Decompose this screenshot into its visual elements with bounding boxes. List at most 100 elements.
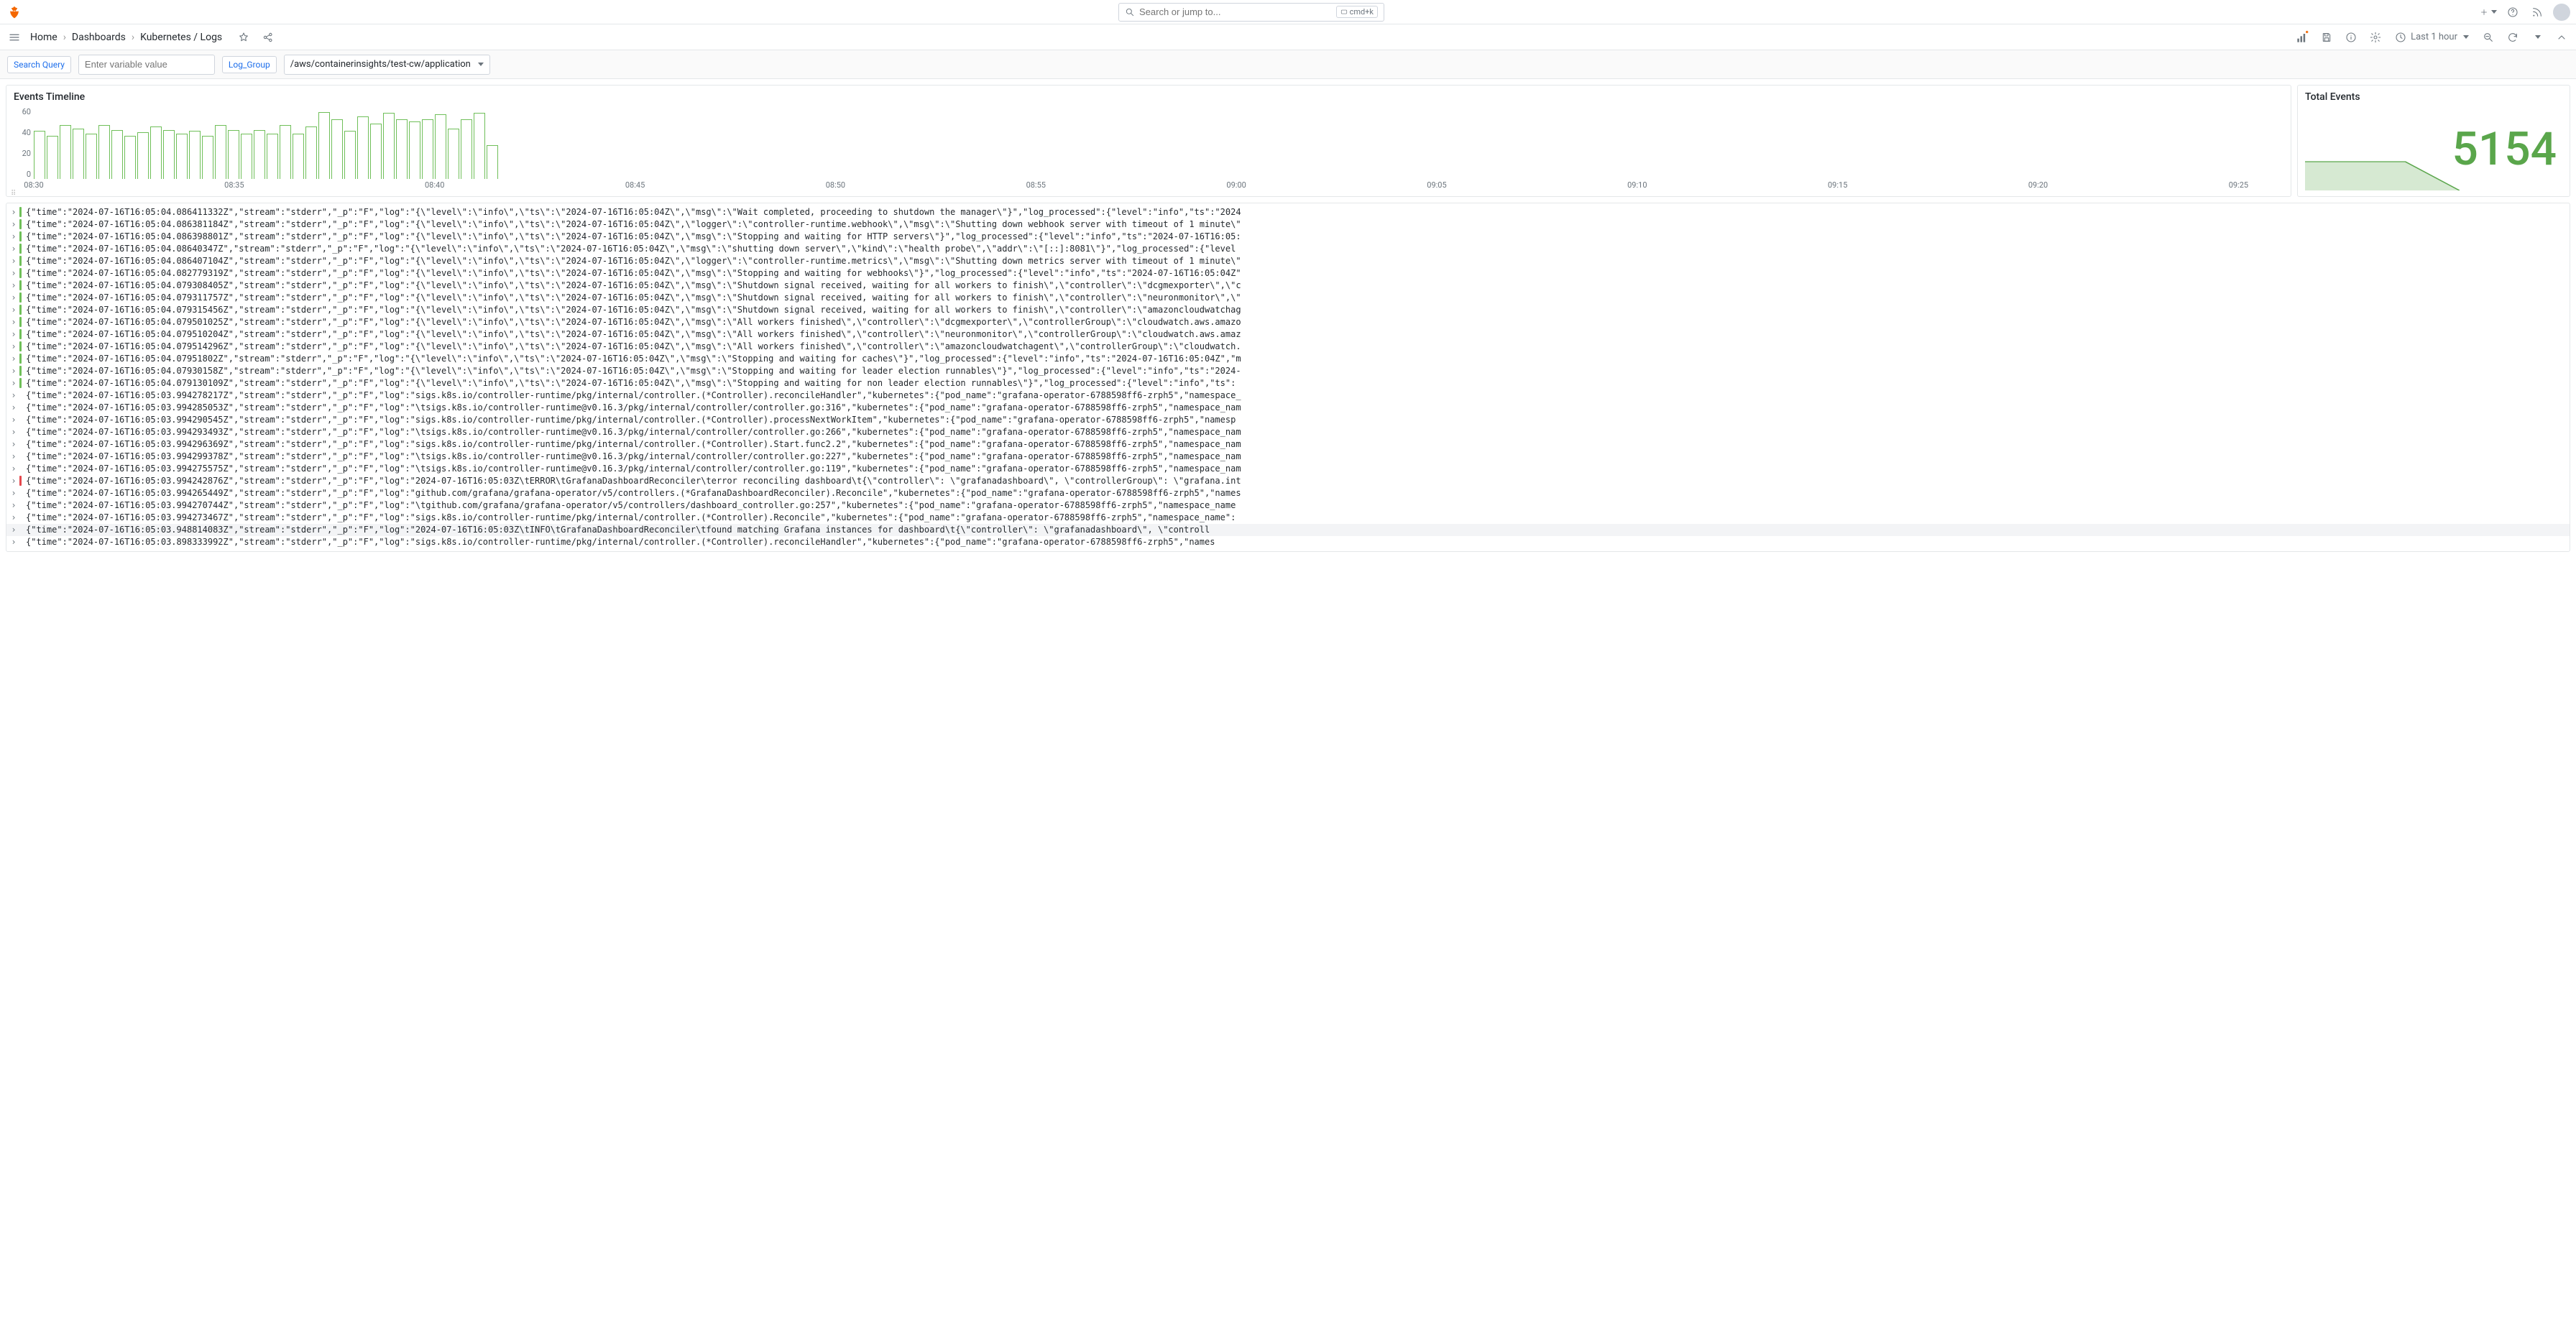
toggle-menu-button[interactable] bbox=[6, 29, 23, 46]
share-button[interactable] bbox=[259, 29, 277, 46]
log-row[interactable]: › {"time":"2024-07-16T16:05:04.079514296Z… bbox=[6, 341, 2570, 353]
log-row[interactable]: ›{"time":"2024-07-16T16:05:03.994285053Z… bbox=[6, 402, 2570, 414]
log-row[interactable]: ›{"time":"2024-07-16T16:05:04.082779319Z… bbox=[6, 267, 2570, 280]
timeline-bar bbox=[331, 119, 343, 179]
var-select-log-group[interactable]: /aws/containerinsights/test-cw/applicati… bbox=[284, 55, 490, 75]
expand-caret-icon[interactable]: › bbox=[9, 365, 18, 377]
log-row[interactable]: ›{"time":"2024-07-16T16:05:04.086398801Z… bbox=[6, 231, 2570, 243]
add-panel-button[interactable] bbox=[2294, 29, 2311, 46]
expand-caret-icon[interactable]: › bbox=[9, 536, 18, 548]
refresh-button[interactable] bbox=[2504, 29, 2521, 46]
expand-caret-icon[interactable]: › bbox=[9, 414, 18, 426]
expand-caret-icon[interactable]: › bbox=[9, 280, 18, 292]
expand-caret-icon[interactable]: › bbox=[9, 487, 18, 499]
timeline-bar bbox=[435, 114, 446, 179]
log-row[interactable]: ›{"time":"2024-07-16T16:05:04.079315456Z… bbox=[6, 304, 2570, 316]
expand-caret-icon[interactable]: › bbox=[9, 353, 18, 365]
log-row[interactable]: ›{"time":"2024-07-16T16:05:04.079311757Z… bbox=[6, 292, 2570, 304]
star-icon bbox=[238, 32, 249, 43]
dashboard-navbar: Home › Dashboards › Kubernetes / Logs La… bbox=[0, 24, 2576, 50]
expand-caret-icon[interactable]: › bbox=[9, 524, 18, 536]
log-level-indicator bbox=[19, 268, 22, 278]
log-row[interactable]: ›{"time":"2024-07-16T16:05:03.994265449Z… bbox=[6, 487, 2570, 499]
expand-caret-icon[interactable]: › bbox=[9, 426, 18, 438]
save-button[interactable] bbox=[2318, 29, 2335, 46]
expand-caret-icon[interactable]: › bbox=[9, 218, 18, 231]
timeline-chart: 6040200 08:3008:3508:4008:4508:5008:5509… bbox=[14, 107, 2283, 193]
user-avatar[interactable] bbox=[2553, 4, 2570, 21]
expand-caret-icon[interactable]: › bbox=[9, 438, 18, 451]
grafana-logo-icon[interactable] bbox=[6, 4, 23, 21]
timeline-bar bbox=[293, 134, 304, 179]
dashboard-insights-button[interactable] bbox=[2342, 29, 2360, 46]
expand-caret-icon[interactable]: › bbox=[9, 292, 18, 304]
log-row[interactable]: ›{"time":"2024-07-16T16:05:03.994273467Z… bbox=[6, 512, 2570, 524]
log-row[interactable]: ›{"time":"2024-07-16T16:05:04.086411332Z… bbox=[6, 206, 2570, 218]
time-range-picker[interactable]: Last 1 hour bbox=[2391, 29, 2472, 45]
log-row[interactable]: ›{"time":"2024-07-16T16:05:04.08640347Z"… bbox=[6, 243, 2570, 255]
log-row[interactable]: ›{"time":"2024-07-16T16:05:03.994275575Z… bbox=[6, 463, 2570, 475]
log-row[interactable]: ›{"time":"2024-07-16T16:05:04.079501025Z… bbox=[6, 316, 2570, 328]
log-row[interactable]: ›{"time":"2024-07-16T16:05:04.079510204Z… bbox=[6, 328, 2570, 341]
log-row[interactable]: ›{"time":"2024-07-16T16:05:03.994293493Z… bbox=[6, 426, 2570, 438]
drag-handle-icon[interactable]: ⠿ bbox=[11, 190, 16, 198]
expand-caret-icon[interactable]: › bbox=[9, 231, 18, 243]
timeline-bar bbox=[228, 130, 239, 179]
global-search[interactable]: cmd+k bbox=[1118, 3, 1384, 22]
chevron-down-icon bbox=[477, 59, 484, 70]
log-message: {"time":"2024-07-16T16:05:04.07951802Z",… bbox=[26, 353, 1241, 365]
global-search-input[interactable] bbox=[1139, 6, 1332, 17]
expand-caret-icon[interactable]: › bbox=[9, 402, 18, 414]
expand-caret-icon[interactable]: › bbox=[9, 390, 18, 402]
timeline-bar bbox=[254, 130, 265, 179]
log-message: {"time":"2024-07-16T16:05:04.086381184Z"… bbox=[26, 218, 1241, 231]
breadcrumb-dashboards[interactable]: Dashboards bbox=[72, 32, 126, 43]
log-row[interactable]: ›{"time":"2024-07-16T16:05:04.07930158Z"… bbox=[6, 365, 2570, 377]
expand-caret-icon[interactable]: › bbox=[9, 304, 18, 316]
star-button[interactable] bbox=[235, 29, 252, 46]
panel-logs[interactable]: ›{"time":"2024-07-16T16:05:04.086411332Z… bbox=[6, 203, 2570, 552]
log-row[interactable]: ›{"time":"2024-07-16T16:05:03.994290545Z… bbox=[6, 414, 2570, 426]
log-row[interactable]: ›{"time":"2024-07-16T16:05:03.898333992Z… bbox=[6, 536, 2570, 548]
expand-caret-icon[interactable]: › bbox=[9, 512, 18, 524]
help-button[interactable] bbox=[2504, 4, 2521, 21]
log-row[interactable]: ›{"time":"2024-07-16T16:05:04.079308405Z… bbox=[6, 280, 2570, 292]
add-menu[interactable] bbox=[2480, 4, 2497, 21]
expand-caret-icon[interactable]: › bbox=[9, 475, 18, 487]
zoom-out-button[interactable] bbox=[2480, 29, 2497, 46]
expand-caret-icon[interactable]: › bbox=[9, 463, 18, 475]
settings-button[interactable] bbox=[2367, 29, 2384, 46]
panel-total-events[interactable]: Total Events 5154 bbox=[2297, 85, 2570, 197]
expand-caret-icon[interactable]: › bbox=[9, 499, 18, 512]
log-row[interactable]: › {"time":"2024-07-16T16:05:04.07951802Z"… bbox=[6, 353, 2570, 365]
timeline-bar bbox=[150, 126, 162, 179]
log-row[interactable]: ›{"time":"2024-07-16T16:05:03.994270744Z… bbox=[6, 499, 2570, 512]
kiosk-button[interactable] bbox=[2553, 29, 2570, 46]
refresh-interval-menu[interactable] bbox=[2529, 29, 2546, 46]
expand-caret-icon[interactable]: › bbox=[9, 316, 18, 328]
log-row[interactable]: ›{"time":"2024-07-16T16:05:03.994278217Z… bbox=[6, 390, 2570, 402]
log-row[interactable]: ›{"time":"2024-07-16T16:05:04.086407104Z… bbox=[6, 255, 2570, 267]
breadcrumb-home[interactable]: Home bbox=[30, 32, 58, 43]
expand-caret-icon[interactable]: › bbox=[9, 206, 18, 218]
log-row[interactable]: ›{"time":"2024-07-16T16:05:03.994296369Z… bbox=[6, 438, 2570, 451]
expand-caret-icon[interactable]: › bbox=[9, 255, 18, 267]
expand-caret-icon[interactable]: › bbox=[9, 267, 18, 280]
news-button[interactable] bbox=[2529, 4, 2546, 21]
log-row[interactable]: ›{"time":"2024-07-16T16:05:03.948814083Z… bbox=[6, 524, 2570, 536]
log-message: {"time":"2024-07-16T16:05:04.079130109Z"… bbox=[26, 377, 1236, 390]
log-row[interactable]: › {"time":"2024-07-16T16:05:04.086381184Z… bbox=[6, 218, 2570, 231]
expand-caret-icon[interactable]: › bbox=[9, 243, 18, 255]
expand-caret-icon[interactable]: › bbox=[9, 377, 18, 390]
panel-events-timeline[interactable]: Events Timeline 6040200 08:3008:3508:400… bbox=[6, 85, 2291, 197]
log-message: {"time":"2024-07-16T16:05:04.079514296Z"… bbox=[26, 341, 1241, 353]
expand-caret-icon[interactable]: › bbox=[9, 451, 18, 463]
expand-caret-icon[interactable]: › bbox=[9, 328, 18, 341]
log-row[interactable]: ›{"time":"2024-07-16T16:05:03.994299378Z… bbox=[6, 451, 2570, 463]
log-row[interactable]: › {"time":"2024-07-16T16:05:04.079130109Z… bbox=[6, 377, 2570, 390]
expand-caret-icon[interactable]: › bbox=[9, 341, 18, 353]
x-tick: 09:05 bbox=[1427, 180, 1446, 190]
log-row[interactable]: ›{"time":"2024-07-16T16:05:03.994242876Z… bbox=[6, 475, 2570, 487]
timeline-bar bbox=[487, 145, 498, 179]
var-input-search-query[interactable] bbox=[78, 55, 215, 75]
